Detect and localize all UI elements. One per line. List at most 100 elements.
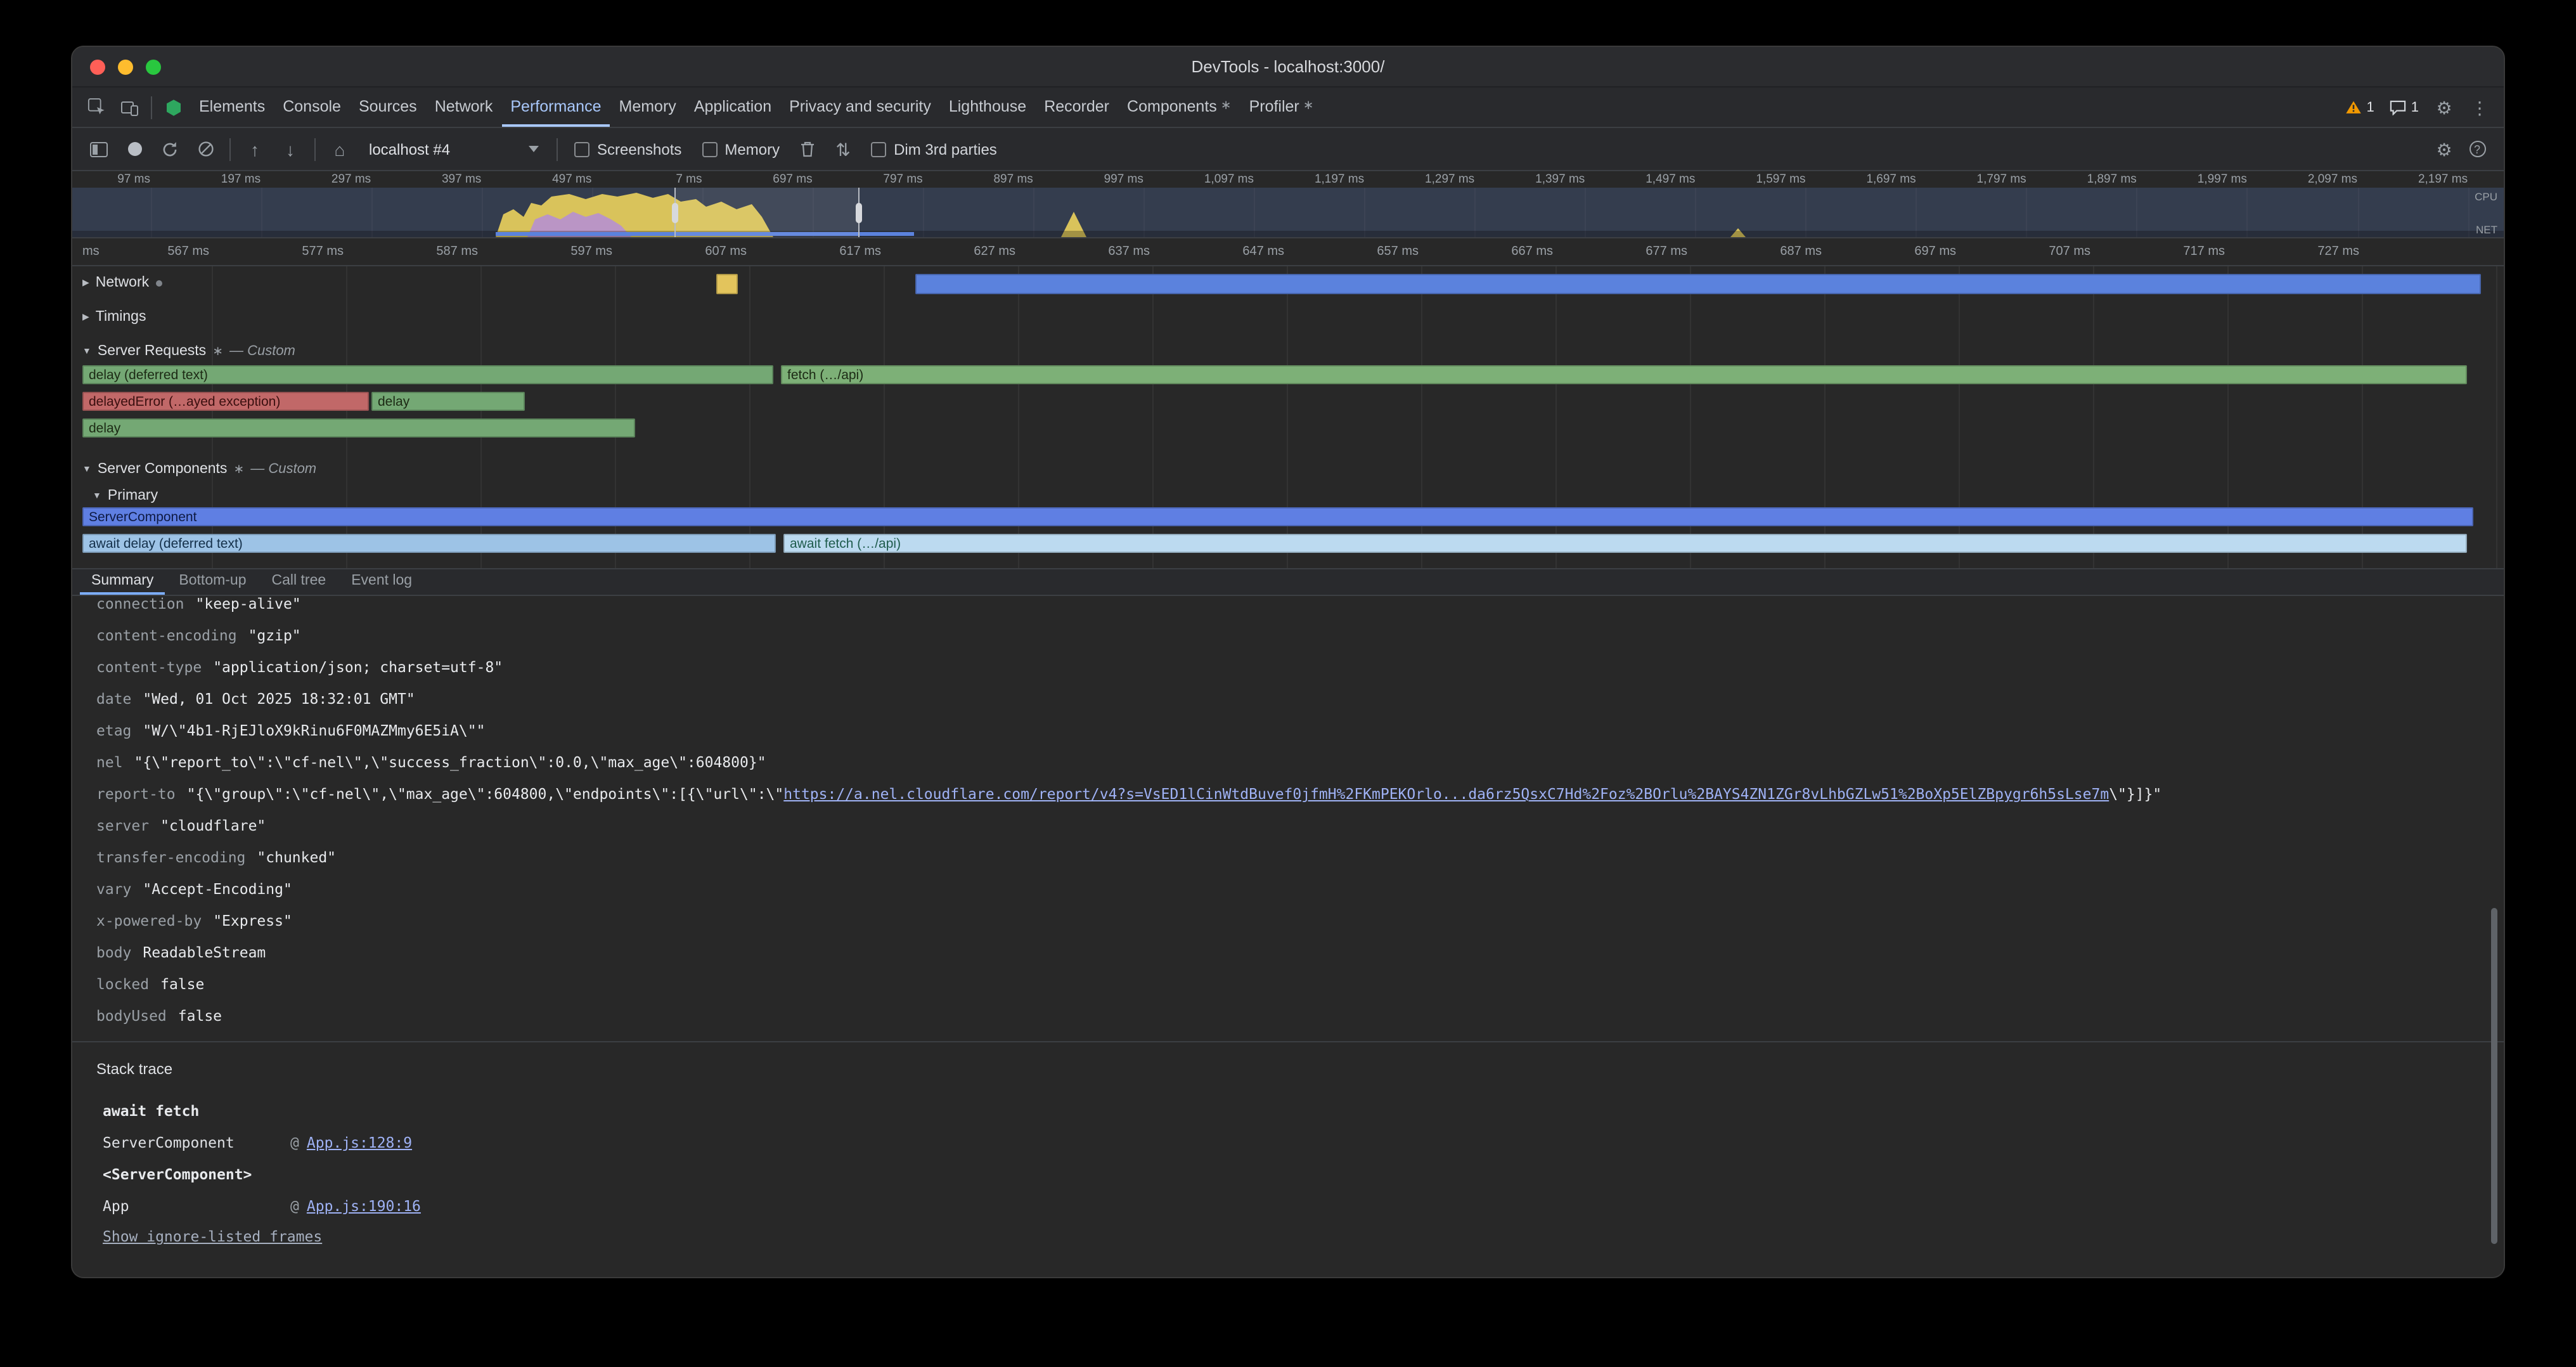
header-name: body bbox=[96, 943, 131, 961]
selection-left-handle[interactable] bbox=[672, 202, 678, 223]
header-value-link[interactable]: https://a.nel.cloudflare.com/report/v4?s… bbox=[783, 785, 2109, 803]
tab-application[interactable]: Application bbox=[685, 87, 780, 127]
header-name: transfer-encoding bbox=[96, 848, 245, 866]
live-metrics-home-icon[interactable]: ⌂ bbox=[323, 133, 356, 165]
flame-bar-delay-2[interactable]: delay bbox=[371, 392, 525, 411]
tab-label: Sources bbox=[359, 97, 417, 115]
header-value: "{\"group\":\"cf-nel\",\"max_age\":60480… bbox=[187, 785, 2162, 803]
tab-profiler[interactable]: Profiler∗ bbox=[1240, 87, 1323, 127]
flame-bar-fetch-api[interactable]: fetch (…/api) bbox=[781, 365, 2467, 384]
tab-sources[interactable]: Sources bbox=[350, 87, 426, 127]
tab-label: Application bbox=[694, 97, 771, 115]
zoom-button[interactable] bbox=[146, 60, 161, 75]
disclosure-triangle-icon[interactable]: ▼ bbox=[82, 347, 91, 356]
track-group-primary[interactable]: ▼ Primary bbox=[93, 488, 158, 503]
profile-select[interactable]: localhost #4 bbox=[359, 136, 549, 162]
memory-checkbox[interactable]: Memory bbox=[702, 140, 780, 158]
flame-bar-network-request-long[interactable] bbox=[915, 274, 2481, 294]
tab-elements[interactable]: Elements bbox=[190, 87, 274, 127]
toggle-sidebar-icon[interactable] bbox=[82, 133, 115, 165]
bottom-tab-bottom-up[interactable]: Bottom-up bbox=[167, 569, 257, 595]
capture-settings-gear-icon[interactable]: ⚙ bbox=[2428, 133, 2461, 165]
reload-record-icon[interactable] bbox=[153, 133, 186, 165]
custom-suffix: — Custom bbox=[229, 344, 295, 359]
dim-3rd-parties-checkbox[interactable]: Dim 3rd parties bbox=[871, 140, 997, 158]
ruler-tick: 587 ms bbox=[436, 245, 478, 259]
ruler-tick: 597 ms bbox=[570, 245, 612, 259]
bottom-tab-call-tree[interactable]: Call tree bbox=[261, 569, 338, 595]
overview-tick: 797 ms bbox=[883, 172, 922, 186]
track-server-components[interactable]: ▼ Server Components ∗ — Custom bbox=[82, 462, 316, 477]
close-button[interactable] bbox=[90, 60, 105, 75]
details-scrollbar[interactable] bbox=[2491, 908, 2497, 1244]
header-value: false bbox=[160, 975, 204, 993]
network-dot-icon bbox=[155, 280, 162, 286]
disclosure-triangle-icon[interactable]: ▶ bbox=[82, 278, 89, 288]
overview-chart[interactable] bbox=[72, 188, 2504, 237]
inspect-icon[interactable] bbox=[80, 87, 113, 127]
stack-sections: await fetchServerComponent@App.js:128:9<… bbox=[72, 1096, 2504, 1222]
record-icon[interactable] bbox=[118, 133, 151, 165]
disclosure-triangle-icon[interactable]: ▶ bbox=[82, 312, 89, 322]
selection-right-handle[interactable] bbox=[856, 202, 862, 223]
track-network[interactable]: ▶ Network bbox=[82, 275, 162, 290]
device-toolbar-icon[interactable] bbox=[113, 87, 146, 127]
warning-icon bbox=[2345, 100, 2362, 114]
flame-bar-await-fetch[interactable]: await fetch (…/api) bbox=[783, 534, 2467, 553]
tab-components[interactable]: Components∗ bbox=[1118, 87, 1240, 127]
more-menu-icon[interactable]: ⋮ bbox=[2463, 98, 2496, 116]
stack-function-name: ServerComponent bbox=[103, 1127, 290, 1159]
extension-hexagon-icon[interactable] bbox=[157, 87, 190, 127]
screenshots-checkbox[interactable]: Screenshots bbox=[574, 140, 681, 158]
collect-garbage-icon[interactable] bbox=[791, 133, 824, 165]
save-profile-icon[interactable]: ↓ bbox=[274, 133, 307, 165]
tracks-canvas[interactable]: ▶ Network ▶ Timings ▼ Server Requests ∗ … bbox=[72, 266, 2504, 569]
track-timings[interactable]: ▶ Timings bbox=[82, 309, 146, 325]
show-ignore-listed-link[interactable]: Show ignore-listed frames bbox=[103, 1228, 322, 1245]
settings-gear-icon[interactable]: ⚙ bbox=[2428, 98, 2461, 116]
track-server-requests[interactable]: ▼ Server Requests ∗ — Custom bbox=[82, 344, 295, 359]
flame-bar-delay-deferred-text[interactable]: delay (deferred text) bbox=[82, 365, 773, 384]
ruler-tick: 647 ms bbox=[1242, 245, 1284, 259]
tab-privacy-and-security[interactable]: Privacy and security bbox=[780, 87, 940, 127]
response-header-row: report-to"{\"group\":\"cf-nel\",\"max_ag… bbox=[96, 779, 2504, 810]
stack-source-link[interactable]: App.js:190:16 bbox=[307, 1191, 421, 1222]
tab-console[interactable]: Console bbox=[274, 87, 350, 127]
clear-icon[interactable] bbox=[189, 133, 222, 165]
tab-memory[interactable]: Memory bbox=[610, 87, 685, 127]
disclosure-triangle-icon[interactable]: ▼ bbox=[93, 491, 101, 500]
flame-bar-delay-3[interactable]: delay bbox=[82, 418, 635, 437]
flame-bar-await-delay[interactable]: await delay (deferred text) bbox=[82, 534, 776, 553]
bottom-tab-summary[interactable]: Summary bbox=[80, 569, 165, 595]
warnings-indicator[interactable]: 1 bbox=[2339, 100, 2381, 115]
flame-bar-delayed-error[interactable]: delayedError (…ayed exception) bbox=[82, 392, 369, 411]
checkbox-label: Dim 3rd parties bbox=[894, 140, 997, 158]
stack-source-link[interactable]: App.js:128:9 bbox=[307, 1127, 412, 1159]
chevron-down-icon bbox=[529, 146, 539, 152]
tab-lighthouse[interactable]: Lighthouse bbox=[940, 87, 1035, 127]
tab-recorder[interactable]: Recorder bbox=[1035, 87, 1118, 127]
load-profile-icon[interactable]: ↑ bbox=[238, 133, 271, 165]
profile-select-value: localhost #4 bbox=[369, 140, 450, 158]
throttling-icon[interactable]: ⇅ bbox=[827, 133, 860, 165]
ruler-tick: 687 ms bbox=[1780, 245, 1822, 259]
tab-performance[interactable]: Performance bbox=[501, 87, 610, 127]
bottom-tab-event-log[interactable]: Event log bbox=[340, 569, 423, 595]
divider bbox=[229, 138, 231, 160]
header-value: "Accept-Encoding" bbox=[143, 880, 292, 898]
checkbox-label: Memory bbox=[724, 140, 780, 158]
flame-bar-server-component[interactable]: ServerComponent bbox=[82, 507, 2473, 526]
cpu-label: CPU bbox=[2475, 190, 2497, 203]
overview-selection-window[interactable] bbox=[674, 188, 858, 237]
tab-label: Performance bbox=[510, 97, 601, 115]
checkbox-box bbox=[871, 141, 886, 157]
help-icon[interactable]: ? bbox=[2461, 133, 2494, 165]
minimize-button[interactable] bbox=[118, 60, 133, 75]
timeline-overview[interactable]: 97 ms197 ms297 ms397 ms497 ms7 ms697 ms7… bbox=[72, 171, 2504, 238]
tab-network[interactable]: Network bbox=[426, 87, 502, 127]
issues-indicator[interactable]: 1 bbox=[2383, 100, 2425, 115]
ruler-tick: 627 ms bbox=[974, 245, 1015, 259]
flame-bar-network-request-short[interactable] bbox=[716, 274, 738, 294]
stack-section-header: await fetch bbox=[72, 1096, 2504, 1127]
disclosure-triangle-icon[interactable]: ▼ bbox=[82, 465, 91, 474]
